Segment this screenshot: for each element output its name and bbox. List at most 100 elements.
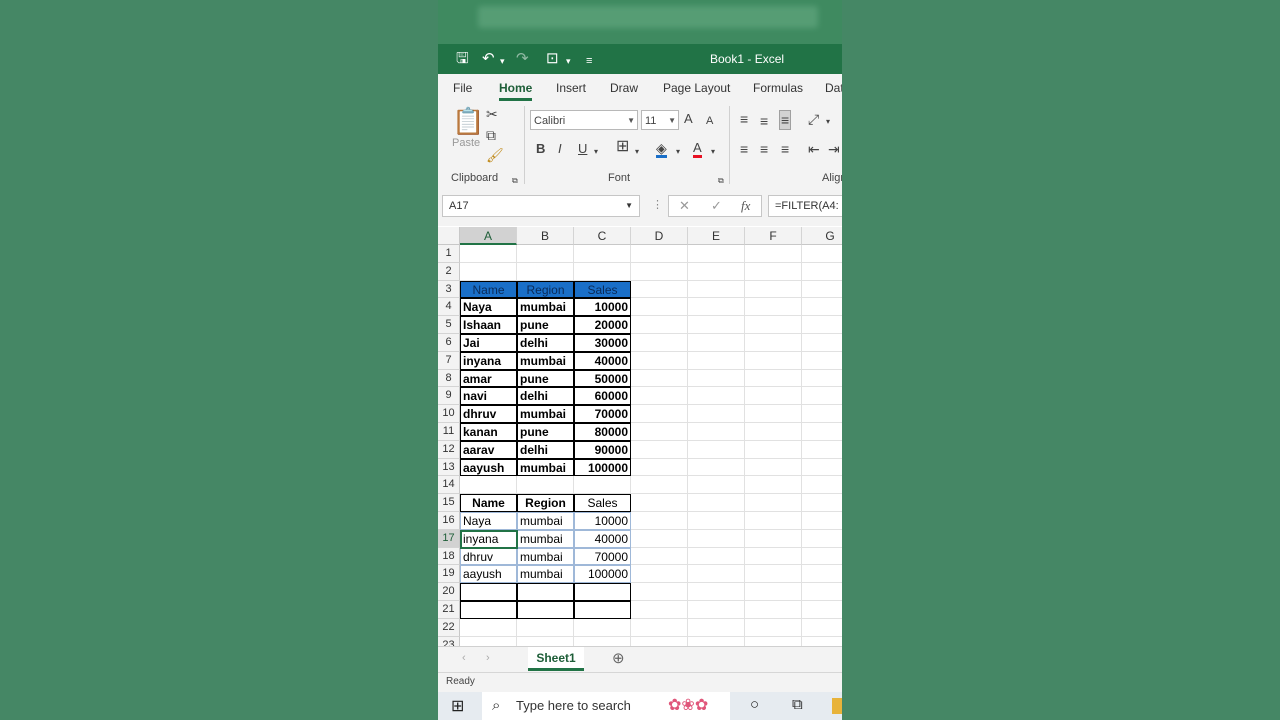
filter-result-cell[interactable]: 70000 — [574, 547, 631, 566]
filter-result-cell[interactable]: 40000 — [574, 529, 631, 548]
tab-page-layout[interactable]: Page Layout — [663, 81, 730, 95]
underline-button[interactable]: U — [578, 142, 587, 156]
grow-font-icon[interactable]: A — [684, 112, 693, 126]
tab-draw[interactable]: Draw — [610, 81, 638, 95]
worksheet-grid[interactable]: A B C D E F G 1 2 3 4 5 6 7 8 9 10 11 12 13 14 15 16 17 18 19 20 21… — [438, 227, 842, 646]
row-header-10[interactable]: 10 — [438, 405, 460, 423]
row-header-1[interactable]: 1 — [438, 245, 460, 263]
clipboard-launcher-icon[interactable]: ⧉ — [512, 174, 518, 188]
font-launcher-icon[interactable]: ⧉ — [718, 174, 724, 188]
empty-bordered-cell[interactable] — [574, 601, 631, 619]
touch-dropdown-icon[interactable]: ▾ — [566, 52, 571, 70]
filter-result-cell[interactable]: dhruv — [460, 547, 517, 566]
font-color-dropdown-icon[interactable]: ▾ — [711, 145, 715, 159]
row-header-15[interactable]: 15 — [438, 494, 460, 512]
column-header-f[interactable]: F — [745, 227, 802, 245]
cortana-icon[interactable]: ○ — [750, 696, 759, 713]
select-all-corner[interactable] — [438, 227, 460, 245]
source-table-cell[interactable]: navi — [460, 387, 517, 406]
paste-label[interactable]: Paste — [452, 137, 480, 149]
borders-dropdown-icon[interactable]: ▾ — [635, 145, 639, 159]
format-painter-icon[interactable]: 🖌 — [486, 148, 504, 162]
source-table-cell[interactable]: aayush — [460, 458, 517, 477]
windows-start-icon[interactable]: ⊞ — [451, 696, 464, 716]
undo-dropdown-icon[interactable]: ▾ — [500, 52, 505, 70]
empty-bordered-cell[interactable] — [574, 583, 631, 601]
row-header-21[interactable]: 21 — [438, 601, 460, 619]
source-table-cell[interactable]: mumbai — [517, 405, 574, 423]
save-icon[interactable]: 🖫 — [456, 50, 469, 68]
row-header-8[interactable]: 8 — [438, 369, 460, 388]
source-table-cell[interactable]: inyana — [460, 351, 517, 370]
source-table-cell[interactable]: 70000 — [574, 405, 631, 423]
source-table-cell[interactable]: aarav — [460, 440, 517, 459]
italic-button[interactable]: I — [558, 142, 562, 156]
undo-icon[interactable]: ↶ — [482, 50, 495, 68]
underline-dropdown-icon[interactable]: ▾ — [594, 145, 598, 159]
decrease-indent-icon[interactable]: ⇤ — [808, 142, 820, 156]
filter-result-cell[interactable]: mumbai — [517, 565, 574, 584]
filter-result-cell[interactable]: 100000 — [574, 565, 631, 584]
empty-bordered-cell[interactable] — [460, 601, 517, 619]
row-header-20[interactable]: 20 — [438, 583, 460, 601]
row-header-9[interactable]: 9 — [438, 387, 460, 406]
cancel-icon[interactable]: ✕ — [679, 198, 690, 214]
font-name-box[interactable]: Calibri ▼ — [530, 110, 638, 130]
orientation-dropdown-icon[interactable]: ▾ — [826, 115, 830, 129]
row-header-3[interactable]: 3 — [438, 280, 460, 299]
source-table-cell[interactable]: pune — [517, 369, 574, 388]
filter-result-cell[interactable]: mumbai — [517, 547, 574, 566]
source-table-cell[interactable]: 80000 — [574, 423, 631, 441]
align-top-icon[interactable]: ≡ — [740, 112, 748, 126]
tab-home[interactable]: Home — [499, 81, 533, 101]
touch-mode-icon[interactable]: ⊡ — [546, 50, 559, 68]
filter-result-cell[interactable]: Naya — [460, 512, 517, 530]
source-table-cell[interactable]: Ishaan — [460, 316, 517, 334]
column-header-a[interactable]: A — [460, 227, 517, 245]
source-table-cell[interactable]: mumbai — [517, 458, 574, 477]
row-header-14[interactable]: 14 — [438, 476, 460, 495]
source-table-cell[interactable]: 40000 — [574, 351, 631, 370]
fill-color-icon[interactable]: ◈ — [656, 141, 667, 158]
empty-bordered-cell[interactable] — [517, 583, 574, 601]
row-header-18[interactable]: 18 — [438, 547, 460, 566]
column-header-c[interactable]: C — [574, 227, 631, 245]
align-center-icon[interactable]: ≡ — [760, 142, 768, 156]
tab-file[interactable]: File — [453, 81, 472, 95]
insert-function-icon[interactable]: fx — [741, 198, 750, 214]
row-header-4[interactable]: 4 — [438, 298, 460, 317]
row-header-19[interactable]: 19 — [438, 565, 460, 584]
filter-result-cell[interactable]: mumbai — [517, 512, 574, 530]
task-view-icon[interactable]: ⧉ — [792, 696, 803, 713]
copy-icon[interactable]: ⧉ — [486, 128, 496, 142]
column-header-e[interactable]: E — [688, 227, 745, 245]
font-color-icon[interactable]: A — [693, 141, 702, 158]
source-table-cell[interactable]: amar — [460, 369, 517, 388]
scroll-left-icon[interactable]: ‹ — [462, 652, 466, 664]
filter-result-cell[interactable]: mumbai — [517, 529, 574, 548]
source-header-cell[interactable]: Name — [460, 280, 517, 299]
formula-input[interactable]: =FILTER(A4: — [768, 195, 842, 217]
column-header-g[interactable]: G — [802, 227, 842, 245]
source-header-cell[interactable]: Sales — [574, 280, 631, 299]
source-table-cell[interactable]: delhi — [517, 334, 574, 352]
row-header-23[interactable]: 23 — [438, 636, 460, 646]
source-table-cell[interactable]: pune — [517, 423, 574, 441]
fill-dropdown-icon[interactable]: ▾ — [676, 145, 680, 159]
source-table-cell[interactable]: mumbai — [517, 351, 574, 370]
add-sheet-icon[interactable]: ⊕ — [612, 649, 625, 667]
align-left-icon[interactable]: ≡ — [740, 142, 748, 156]
row-header-2[interactable]: 2 — [438, 262, 460, 281]
empty-bordered-cell[interactable] — [460, 583, 517, 601]
customize-icon[interactable]: ≡ — [586, 52, 592, 70]
name-box[interactable]: A17 ▼ — [442, 195, 640, 217]
tab-insert[interactable]: Insert — [556, 81, 586, 95]
row-header-5[interactable]: 5 — [438, 316, 460, 334]
source-table-cell[interactable]: Jai — [460, 334, 517, 352]
source-table-cell[interactable]: 50000 — [574, 369, 631, 388]
sheet-tab[interactable]: Sheet1 — [528, 647, 584, 671]
source-table-cell[interactable]: 10000 — [574, 298, 631, 317]
source-header-cell[interactable]: Region — [517, 280, 574, 299]
column-header-d[interactable]: D — [631, 227, 688, 245]
orientation-icon[interactable]: ⤢ — [808, 112, 819, 126]
